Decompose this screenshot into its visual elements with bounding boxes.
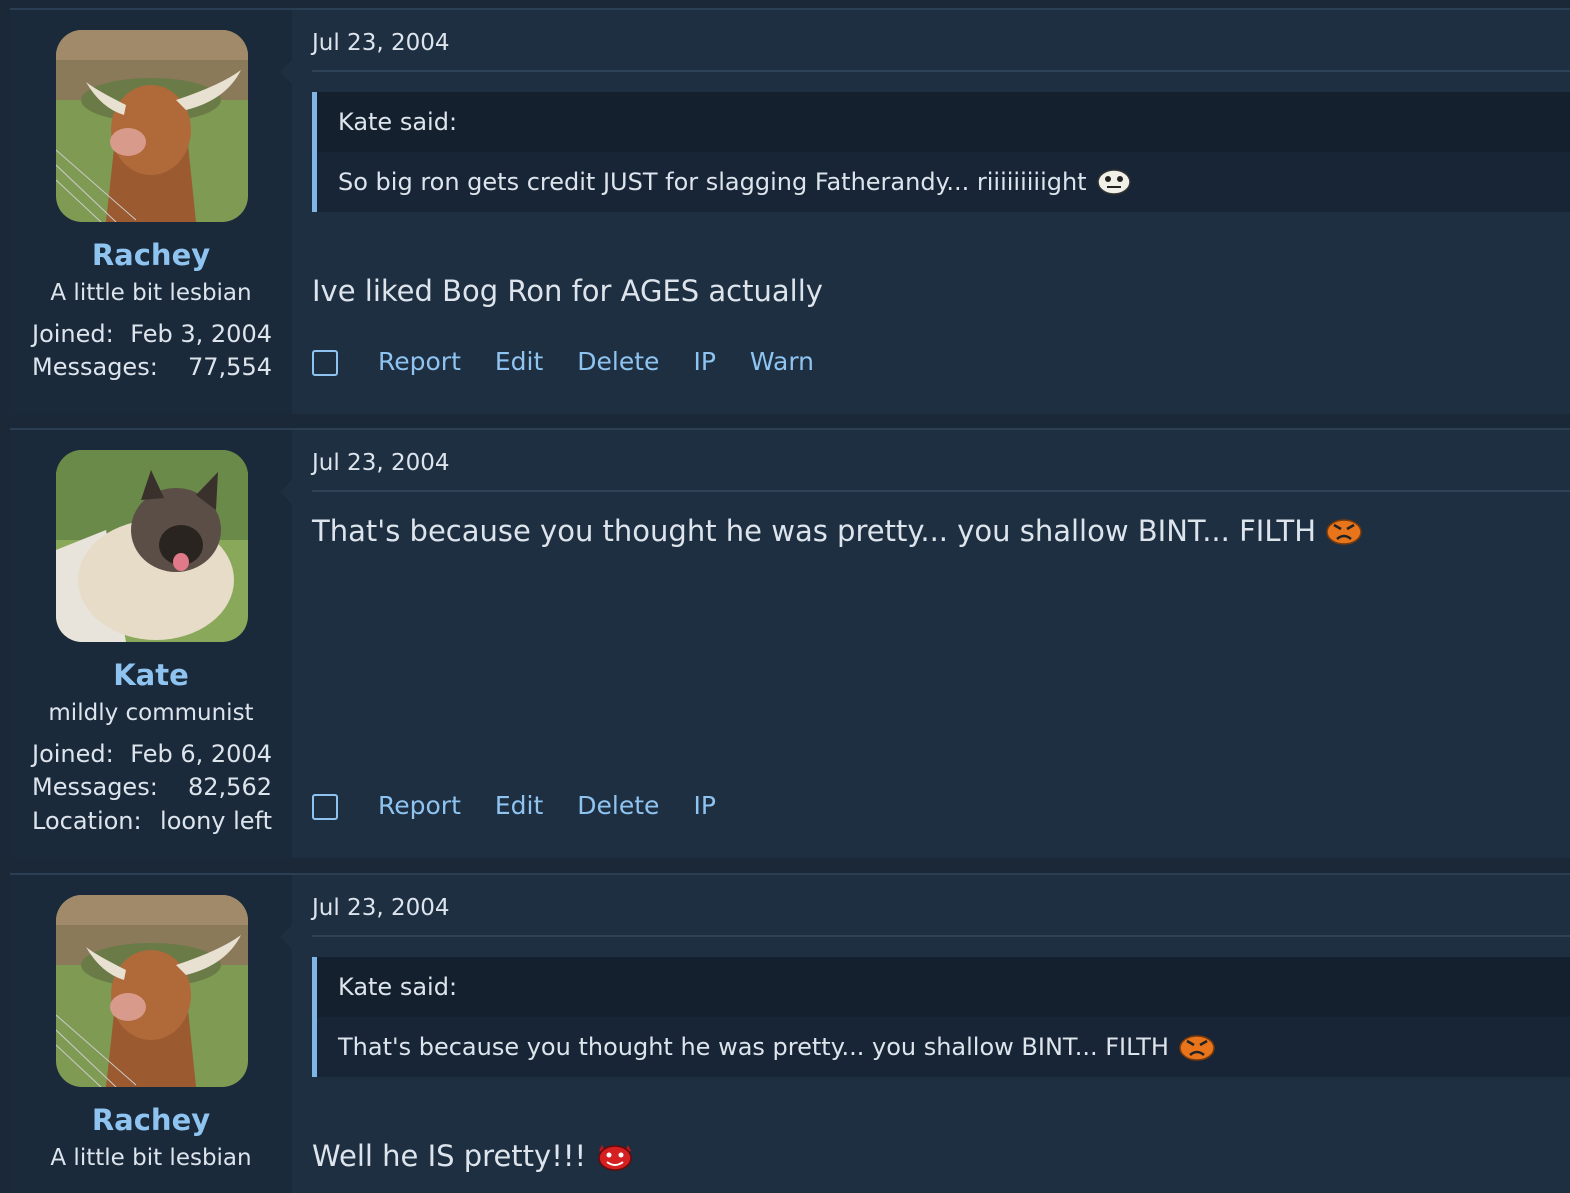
message-text: Well he IS pretty!!! (312, 1139, 634, 1173)
stat-value: 82,562 (188, 773, 272, 801)
username[interactable]: Kate (10, 658, 292, 692)
location-stat: Location: loony left (32, 807, 272, 835)
select-checkbox[interactable] (312, 350, 338, 376)
select-checkbox[interactable] (312, 794, 338, 820)
message-content: Well he IS pretty!!! (312, 1139, 587, 1173)
delete-link[interactable]: Delete (577, 791, 659, 820)
rolleyes-smiley-icon (1096, 169, 1131, 195)
user-title: mildly communist (48, 700, 254, 726)
post-body: Jul 23, 2004 That's because you thought … (280, 430, 1570, 858)
stat-label: Messages: (32, 773, 158, 801)
ip-link[interactable]: IP (693, 347, 715, 376)
stat-value: Feb 6, 2004 (130, 740, 272, 768)
devil-smiley-icon (598, 1145, 632, 1171)
username[interactable]: Rachey (10, 238, 292, 272)
post-body: Jul 23, 2004 Kate said: So big ron gets … (280, 10, 1570, 414)
user-title: A little bit lesbian (50, 1145, 252, 1171)
report-link[interactable]: Report (378, 347, 461, 376)
stat-label: Messages: (32, 353, 158, 381)
quote-text: That's because you thought he was pretty… (338, 1033, 1169, 1061)
angry-smiley-icon (1179, 1035, 1215, 1061)
username[interactable]: Rachey (10, 1103, 292, 1137)
quote-text-row: That's because you thought he was pretty… (317, 1017, 1570, 1077)
message-content: Ive liked Bog Ron for AGES actually (312, 274, 823, 308)
avatar[interactable] (56, 895, 248, 1087)
post-date[interactable]: Jul 23, 2004 (312, 895, 449, 921)
user-info: Rachey A little bit lesbian Joined: Feb … (10, 10, 292, 414)
message-text: Ive liked Bog Ron for AGES actually (312, 274, 823, 308)
messages-stat: Messages: 77,554 (32, 353, 272, 381)
message-text: That's because you thought he was pretty… (312, 514, 1362, 548)
messages-stat: Messages: 82,562 (32, 773, 272, 801)
user-info: Rachey A little bit lesbian (10, 875, 292, 1193)
quote-text-row: So big ron gets credit JUST for slagging… (317, 152, 1570, 212)
stat-label: Location: (32, 807, 142, 835)
avatar[interactable] (56, 450, 248, 642)
post-date[interactable]: Jul 23, 2004 (312, 30, 449, 56)
highland-cow-avatar (56, 30, 248, 222)
post: Kate mildly communist Joined: Feb 6, 200… (10, 428, 1570, 858)
post-arrow (280, 925, 292, 949)
post-arrow (280, 480, 292, 504)
post-date[interactable]: Jul 23, 2004 (312, 450, 449, 476)
divider (312, 935, 1570, 937)
stat-label: Joined: (32, 740, 114, 768)
edit-link[interactable]: Edit (495, 347, 543, 376)
report-link[interactable]: Report (378, 791, 461, 820)
stat-value: 77,554 (188, 353, 272, 381)
joined-stat: Joined: Feb 3, 2004 (32, 320, 272, 348)
user-title: A little bit lesbian (50, 280, 252, 306)
stat-value: Feb 3, 2004 (130, 320, 272, 348)
post: Rachey A little bit lesbian Jul 23, 2004… (10, 873, 1570, 1193)
post: Rachey A little bit lesbian Joined: Feb … (10, 8, 1570, 414)
quote-author[interactable]: Kate said: (317, 92, 1570, 152)
divider (312, 490, 1570, 492)
stat-label: Joined: (32, 320, 114, 348)
edit-link[interactable]: Edit (495, 791, 543, 820)
stat-value: loony left (160, 807, 272, 835)
post-actions: Report Edit Delete IP Warn (312, 346, 848, 376)
divider (312, 70, 1570, 72)
quote-block: Kate said: So big ron gets credit JUST f… (312, 92, 1570, 212)
delete-link[interactable]: Delete (577, 347, 659, 376)
warn-link[interactable]: Warn (750, 347, 814, 376)
post-actions: Report Edit Delete IP (312, 790, 750, 820)
quote-text: So big ron gets credit JUST for slagging… (338, 168, 1087, 196)
post-arrow (280, 60, 292, 84)
ip-link[interactable]: IP (693, 791, 715, 820)
quote-block: Kate said: That's because you thought he… (312, 957, 1570, 1077)
user-info: Kate mildly communist Joined: Feb 6, 200… (10, 430, 292, 858)
message-content: That's because you thought he was pretty… (312, 514, 1316, 548)
post-body: Jul 23, 2004 Kate said: That's because y… (280, 875, 1570, 1193)
fluffy-dog-avatar (56, 450, 248, 642)
angry-smiley-icon (1326, 519, 1362, 545)
avatar[interactable] (56, 30, 248, 222)
quote-author[interactable]: Kate said: (317, 957, 1570, 1017)
joined-stat: Joined: Feb 6, 2004 (32, 740, 272, 768)
highland-cow-avatar (56, 895, 248, 1087)
